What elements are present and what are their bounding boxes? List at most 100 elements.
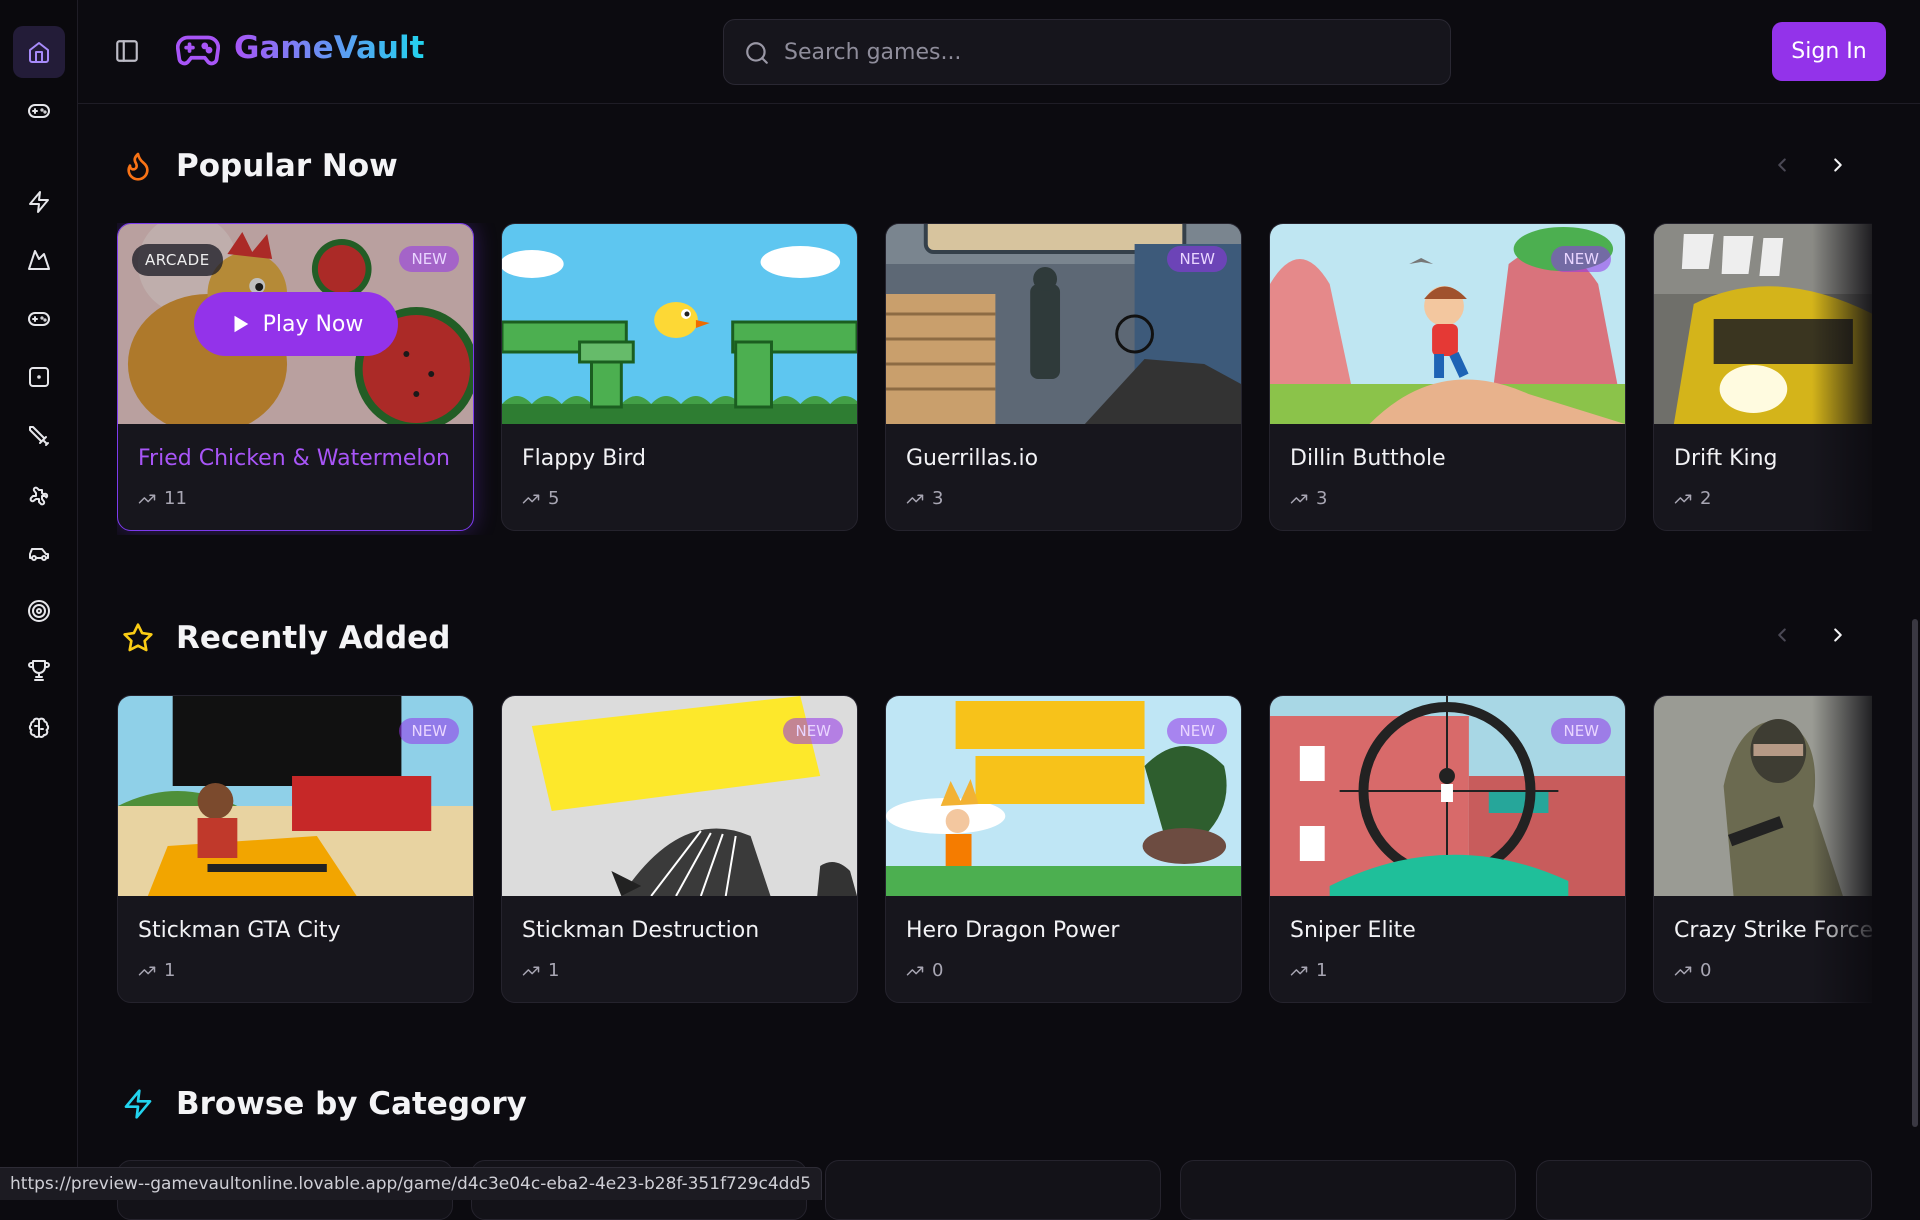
play-count-value: 0 [932,960,944,981]
mountain-icon [28,250,50,270]
play-count: 3 [1290,488,1327,509]
popular-next-button[interactable] [1821,148,1855,182]
trending-up-icon [1290,494,1308,503]
new-badge: NEW [1551,718,1611,744]
category-card[interactable] [1180,1160,1516,1220]
play-count: 0 [1674,960,1711,981]
sidebar-item-puzzle[interactable] [13,468,65,520]
search-box[interactable] [723,19,1451,85]
sidebar-item-adventure[interactable] [13,234,65,286]
search-input[interactable] [784,20,1434,84]
new-badge: NEW [399,246,459,272]
car-icon [29,548,49,561]
scrollbar-thumb[interactable] [1912,619,1918,1127]
play-count: 11 [138,488,187,509]
sword-icon [29,426,49,446]
play-count-value: 3 [1316,488,1328,509]
play-now-label: Play Now [262,311,364,337]
game-card[interactable]: NEW Sniper Elite 1 [1269,695,1626,1003]
section-title: Popular Now [176,148,398,184]
gamepad-icon [28,104,50,118]
brand-name[interactable]: GameVault [234,30,424,66]
play-icon [234,315,248,333]
chevron-left-icon [1778,628,1786,642]
trending-up-icon [522,966,540,975]
popular-prev-button[interactable] [1765,148,1799,182]
recent-next-button[interactable] [1821,618,1855,652]
game-card[interactable]: Drift King 2 [1653,223,1872,531]
trending-up-icon [1290,966,1308,975]
play-count-value: 1 [1316,960,1328,981]
sidebar-item-racing[interactable] [13,527,65,579]
recent-section-header: Recently Added [122,620,450,656]
game-card[interactable]: Crazy Strike Force 0 [1653,695,1872,1003]
play-count: 1 [1290,960,1327,981]
game-card[interactable]: NEW Stickman Destruction 1 [501,695,858,1003]
sidebar-item-shooting[interactable] [13,585,65,637]
sidebar-item-arcade[interactable] [13,293,65,345]
play-count-value: 1 [548,960,560,981]
recent-prev-button[interactable] [1765,618,1799,652]
sidebar-item-games[interactable] [13,85,65,137]
game-title: Stickman GTA City [138,918,341,943]
trending-up-icon [138,966,156,975]
game-title: Drift King [1674,446,1778,471]
sidebar-item-home[interactable] [13,26,65,78]
play-count: 3 [906,488,943,509]
zap-icon [124,1089,152,1119]
game-card[interactable]: NEW Guerrillas.io 3 [885,223,1242,531]
game-thumbnail [1654,224,1872,424]
game-thumbnail [1654,696,1872,896]
game-card[interactable]: NEW Dillin Butthole 3 [1269,223,1626,531]
top-bar: GameVault Sign In [78,0,1920,104]
gamepad-logo-icon [176,35,220,66]
game-card[interactable]: NEW Stickman GTA City 1 [117,695,474,1003]
target-icon [28,600,50,622]
puzzle-icon [29,486,49,506]
page-scrollbar[interactable] [1910,104,1920,1200]
new-badge: NEW [1167,246,1227,272]
sidebar-item-strategy[interactable] [13,702,65,754]
status-bar-url: https://preview--gamevaultonline.lovable… [0,1167,823,1200]
game-card[interactable]: ARCADE NEW Play Now Fried Chicken & Wate… [117,223,474,531]
brain-icon [28,717,50,738]
home-icon [29,42,49,63]
gamepad-icon [28,312,50,326]
sidebar-item-casual[interactable] [13,351,65,403]
chevron-right-icon [1834,158,1842,172]
game-card[interactable]: Flappy Bird 5 [501,223,858,531]
category-card[interactable] [825,1160,1161,1220]
trophy-icon [28,660,50,681]
trending-up-icon [138,494,156,503]
game-title: Dillin Butthole [1290,446,1446,471]
sidebar [0,0,78,1200]
trending-up-icon [1674,966,1692,975]
sidebar-item-fighting[interactable] [13,410,65,462]
popular-games-row: ARCADE NEW Play Now Fried Chicken & Wate… [117,223,1872,535]
play-count-value: 1 [164,960,176,981]
game-title: Flappy Bird [522,446,647,471]
game-title: Sniper Elite [1290,918,1416,943]
game-title: Stickman Destruction [522,918,760,943]
sidebar-toggle-icon[interactable] [114,38,140,64]
trending-up-icon [1674,494,1692,503]
search-icon [746,42,768,64]
zap-icon [29,191,49,213]
play-count-value: 0 [1700,960,1712,981]
play-now-button[interactable]: Play Now [194,292,398,356]
play-count-value: 11 [164,488,187,509]
chevron-right-icon [1834,628,1842,642]
recent-games-row: NEW Stickman GTA City 1 NEW Stickman Des… [117,695,1872,1007]
trending-up-icon [522,494,540,503]
new-badge: NEW [399,718,459,744]
game-title: Fried Chicken & Watermelon [138,446,450,471]
category-card[interactable] [1536,1160,1872,1220]
sidebar-item-action[interactable] [13,176,65,228]
sidebar-item-sports[interactable] [13,644,65,696]
play-count-value: 5 [548,488,560,509]
new-badge: NEW [1167,718,1227,744]
game-card[interactable]: NEW Hero Dragon Power 0 [885,695,1242,1003]
sign-in-button[interactable]: Sign In [1772,22,1886,81]
game-title: Guerrillas.io [906,446,1039,471]
game-title: Crazy Strike Force [1674,918,1872,943]
